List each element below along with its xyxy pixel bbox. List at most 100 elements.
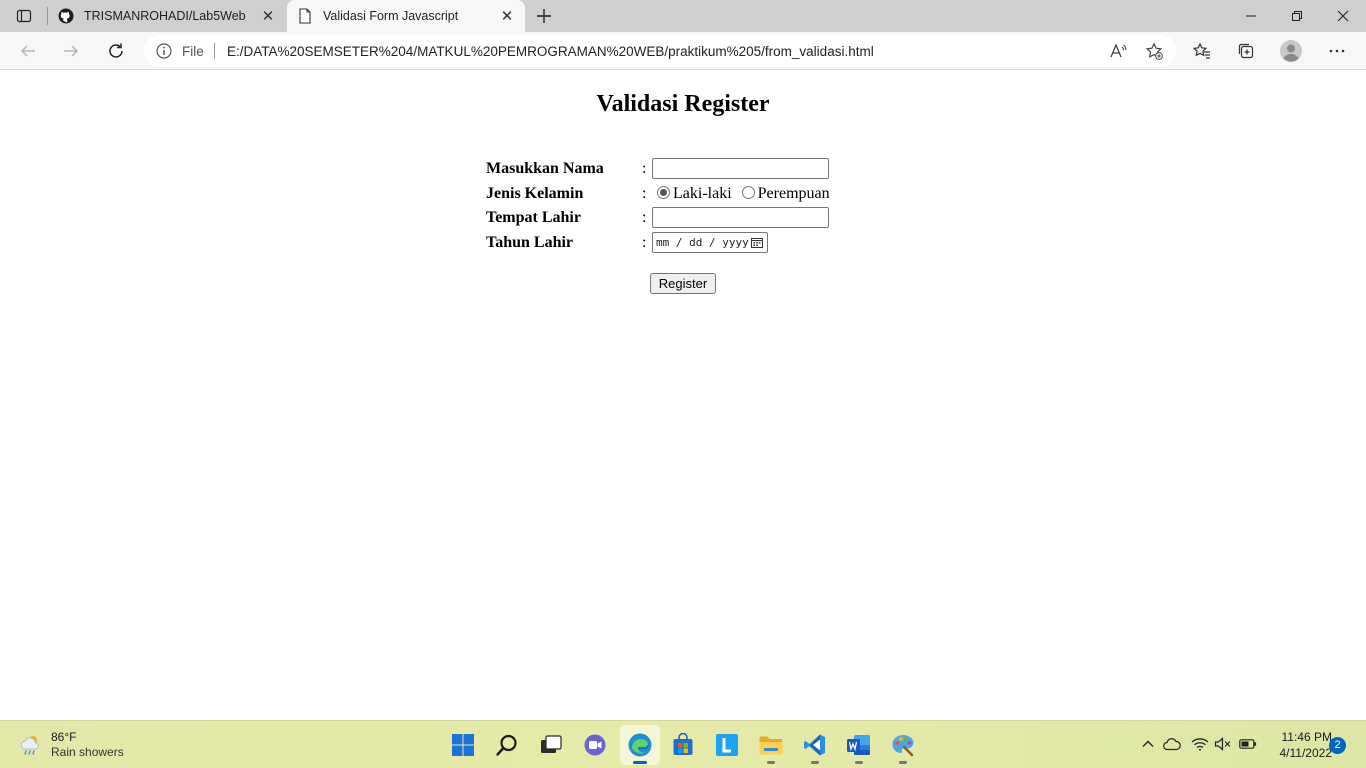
chat-icon <box>584 734 606 756</box>
nama-input[interactable] <box>652 158 829 179</box>
restore-icon <box>1292 11 1302 21</box>
profile-button[interactable] <box>1276 36 1306 66</box>
clock-time: 11:46 PM <box>1281 730 1332 744</box>
word-icon <box>847 735 870 755</box>
page-icon <box>297 8 313 24</box>
refresh-icon <box>109 43 123 58</box>
gender-label: Jenis Kelamin <box>486 185 584 202</box>
tahun-label: Tahun Lahir <box>486 234 574 251</box>
back-arrow-icon <box>20 45 35 57</box>
new-tab-button[interactable] <box>532 4 556 28</box>
notification-badge[interactable]: 2 <box>1329 737 1346 754</box>
volume-button[interactable] <box>1212 733 1234 755</box>
cloud-icon <box>1163 738 1181 751</box>
close-tab-icon[interactable]: ✕ <box>258 6 278 26</box>
radio-laki-laki[interactable] <box>657 186 670 199</box>
collections-icon <box>1238 43 1254 59</box>
tab-strip: TRISMANROHADI/Lab5Web ✕ Validasi Form Ja… <box>0 0 1366 32</box>
laki-laki-label: Laki-laki <box>673 185 732 202</box>
weather-condition: Rain showers <box>51 745 124 759</box>
browser-toolbar: File E:/DATA%20SEMSETER%204/MATKUL%20PEM… <box>0 32 1366 70</box>
running-indicator <box>899 761 907 764</box>
forward-arrow-icon <box>64 45 79 57</box>
tab-actions-button[interactable] <box>8 4 40 28</box>
close-tab-icon[interactable]: ✕ <box>497 6 517 26</box>
taskbar: 86°F Rain showers 11:46 PM 4/11/2022 2 <box>0 720 1366 768</box>
restore-button[interactable] <box>1274 0 1320 32</box>
running-indicator <box>855 761 863 764</box>
weather-widget[interactable]: 86°F Rain showers <box>18 729 124 761</box>
l-app-icon <box>716 734 738 756</box>
edge-taskbar-button[interactable] <box>620 725 660 765</box>
colon: : <box>642 234 647 251</box>
register-button[interactable]: Register <box>650 273 716 294</box>
page-title: Validasi Register <box>596 91 770 117</box>
wifi-icon <box>1191 738 1209 751</box>
edge-icon <box>628 733 652 757</box>
chat-button[interactable] <box>575 725 615 765</box>
gender-radio-group: Laki-laki Perempuan <box>657 183 830 203</box>
task-view-icon <box>541 735 562 753</box>
forward-button[interactable] <box>56 36 86 66</box>
speaker-muted-icon <box>1214 737 1231 751</box>
tab-validasi[interactable]: Validasi Form Javascript ✕ <box>287 0 525 32</box>
battery-icon <box>1239 739 1257 749</box>
tab-title: Validasi Form Javascript <box>323 9 459 23</box>
network-button[interactable] <box>1189 733 1211 755</box>
store-icon <box>673 733 693 755</box>
folder-icon <box>759 736 783 755</box>
plus-icon <box>537 9 551 23</box>
read-aloud-icon[interactable] <box>1107 40 1129 62</box>
running-indicator <box>811 761 819 764</box>
tab-title: TRISMANROHADI/Lab5Web <box>84 9 246 23</box>
vscode-icon <box>804 734 825 756</box>
task-view-button[interactable] <box>531 725 571 765</box>
lexicon-app-button[interactable] <box>707 725 747 765</box>
add-favorite-icon[interactable] <box>1143 40 1165 62</box>
close-window-button[interactable] <box>1320 0 1366 32</box>
search-icon <box>496 734 517 756</box>
settings-more-button[interactable] <box>1322 36 1352 66</box>
clock[interactable]: 11:46 PM 4/11/2022 <box>1262 729 1333 761</box>
collections-button[interactable] <box>1231 36 1261 66</box>
vscode-button[interactable] <box>795 725 835 765</box>
more-dots-icon <box>1329 49 1345 53</box>
chevron-up-icon <box>1142 740 1154 747</box>
tab-actions-icon <box>16 9 32 23</box>
address-bar[interactable]: File E:/DATA%20SEMSETER%204/MATKUL%20PEM… <box>144 35 1176 67</box>
github-icon <box>58 8 74 24</box>
info-icon[interactable] <box>156 43 172 59</box>
file-explorer-button[interactable] <box>751 725 791 765</box>
rain-cloud-icon <box>20 736 39 755</box>
tempat-label: Tempat Lahir <box>486 209 581 226</box>
battery-button[interactable] <box>1237 733 1259 755</box>
show-hidden-icons-button[interactable] <box>1137 733 1159 755</box>
tahun-date-input[interactable]: mm / dd / yyyy <box>652 232 768 253</box>
search-taskbar-button[interactable] <box>487 725 527 765</box>
date-placeholder: mm / dd / yyyy <box>656 236 749 249</box>
start-button[interactable] <box>443 725 483 765</box>
colon: : <box>642 185 647 202</box>
clock-date: 4/11/2022 <box>1279 746 1333 760</box>
perempuan-label: Perempuan <box>757 185 830 202</box>
url-text[interactable]: E:/DATA%20SEMSETER%204/MATKUL%20PEMROGRA… <box>227 44 874 59</box>
close-icon <box>1337 10 1349 22</box>
paint-palette-icon <box>892 735 914 757</box>
scheme-label: File <box>182 44 204 59</box>
avatar-icon <box>1280 40 1302 62</box>
tab-github[interactable]: TRISMANROHADI/Lab5Web ✕ <box>48 0 286 32</box>
onedrive-button[interactable] <box>1161 733 1183 755</box>
store-button[interactable] <box>663 725 703 765</box>
minimize-button[interactable] <box>1228 0 1274 32</box>
radio-perempuan[interactable] <box>741 186 755 199</box>
colon: : <box>642 160 647 177</box>
favorites-icon <box>1193 42 1210 59</box>
tempat-input[interactable] <box>652 207 829 228</box>
refresh-button[interactable] <box>101 36 131 66</box>
back-button[interactable] <box>13 36 43 66</box>
paint-button[interactable] <box>883 725 923 765</box>
page-content: Validasi Register Masukkan Nama : Jenis … <box>0 71 1366 720</box>
favorites-button[interactable] <box>1187 36 1217 66</box>
calendar-icon[interactable] <box>751 237 763 248</box>
word-button[interactable] <box>839 725 879 765</box>
